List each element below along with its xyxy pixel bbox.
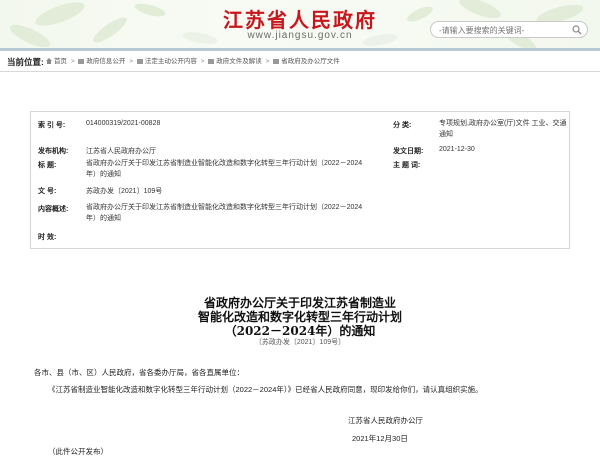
- site-header: 江苏省人民政府 www.jiangsu.gov.cn: [0, 0, 600, 48]
- header-divider: [0, 48, 600, 51]
- folder-icon: [78, 59, 85, 64]
- category-value: 专项规划,政府办公室(厅)文件 工业、交通 通知: [439, 120, 567, 138]
- breadcrumb: 当前位置: 首页 > 政府信息公开 > 法定主动公开内容 > 政府文件及解读 >…: [0, 53, 600, 72]
- recipients-line: 各市、县（市、区）人民政府，省各委办厅局，省各直属单位：: [34, 368, 244, 377]
- publisher-label: 发布机构:: [38, 148, 69, 155]
- summary-label: 内容概述:: [38, 206, 69, 213]
- breadcrumb-separator: >: [265, 58, 270, 65]
- breadcrumb-province-docs[interactable]: 省政府及办公厅文件: [281, 58, 340, 65]
- search-icon[interactable]: [572, 25, 582, 35]
- breadcrumb-separator: >: [129, 58, 134, 65]
- breadcrumb-separator: >: [200, 58, 205, 65]
- publisher-value: 江苏省人民政府办公厅: [86, 148, 156, 155]
- summary-value: 省政府办公厅关于印发江苏省制造业智能化改造和数字化转型三年行动计划（2022－2…: [86, 204, 363, 222]
- breadcrumb-label: 当前位置:: [7, 57, 44, 67]
- breadcrumb-home[interactable]: 首页: [54, 58, 67, 65]
- sign-date: 2021年12月30日: [352, 434, 408, 443]
- signer: 江苏省人民政府办公厅: [348, 416, 423, 425]
- subject-label: 主 题 词:: [393, 162, 421, 169]
- title-label: 标 题:: [38, 162, 57, 169]
- home-icon: [46, 58, 52, 64]
- body-paragraph: 《江苏省制造业智能化改造和数字化转型三年行动计划（2022－2024年）》已经省…: [48, 385, 483, 394]
- breadcrumb-gov-docs[interactable]: 政府文件及解读: [216, 58, 262, 65]
- breadcrumb-statutory[interactable]: 法定主动公开内容: [145, 58, 197, 65]
- document-number: 〔苏政办发〔2021〕109号〕: [254, 339, 346, 346]
- index-value: 014000319/2021-00828: [86, 120, 161, 127]
- breadcrumb-separator: >: [70, 58, 75, 65]
- folder-icon: [208, 59, 215, 64]
- breadcrumb-gov-info[interactable]: 政府信息公开: [86, 58, 125, 65]
- category-label: 分 类:: [393, 122, 412, 129]
- folder-icon: [273, 59, 280, 64]
- date-value: 2021-12-30: [439, 146, 475, 153]
- docno-label: 文 号:: [38, 188, 57, 195]
- search-box[interactable]: [430, 21, 588, 38]
- breadcrumb-trail: 首页 > 政府信息公开 > 法定主动公开内容 > 政府文件及解读 > 省政府及办…: [46, 53, 340, 71]
- document-info-table: 索 引 号: 014000319/2021-00828 分 类: 专项规划,政府…: [30, 111, 570, 249]
- folder-icon: [136, 59, 143, 64]
- search-input[interactable]: [437, 23, 561, 38]
- publication-note: （此件公开发布）: [48, 447, 108, 456]
- docno-value: 苏政办发〔2021〕109号: [86, 188, 163, 195]
- index-label: 索 引 号:: [38, 122, 66, 129]
- date-label: 发文日期:: [393, 148, 424, 155]
- title-value: 省政府办公厅关于印发江苏省制造业智能化改造和数字化转型三年行动计划（2022－2…: [86, 160, 363, 178]
- timeliness-label: 时 效:: [38, 234, 57, 241]
